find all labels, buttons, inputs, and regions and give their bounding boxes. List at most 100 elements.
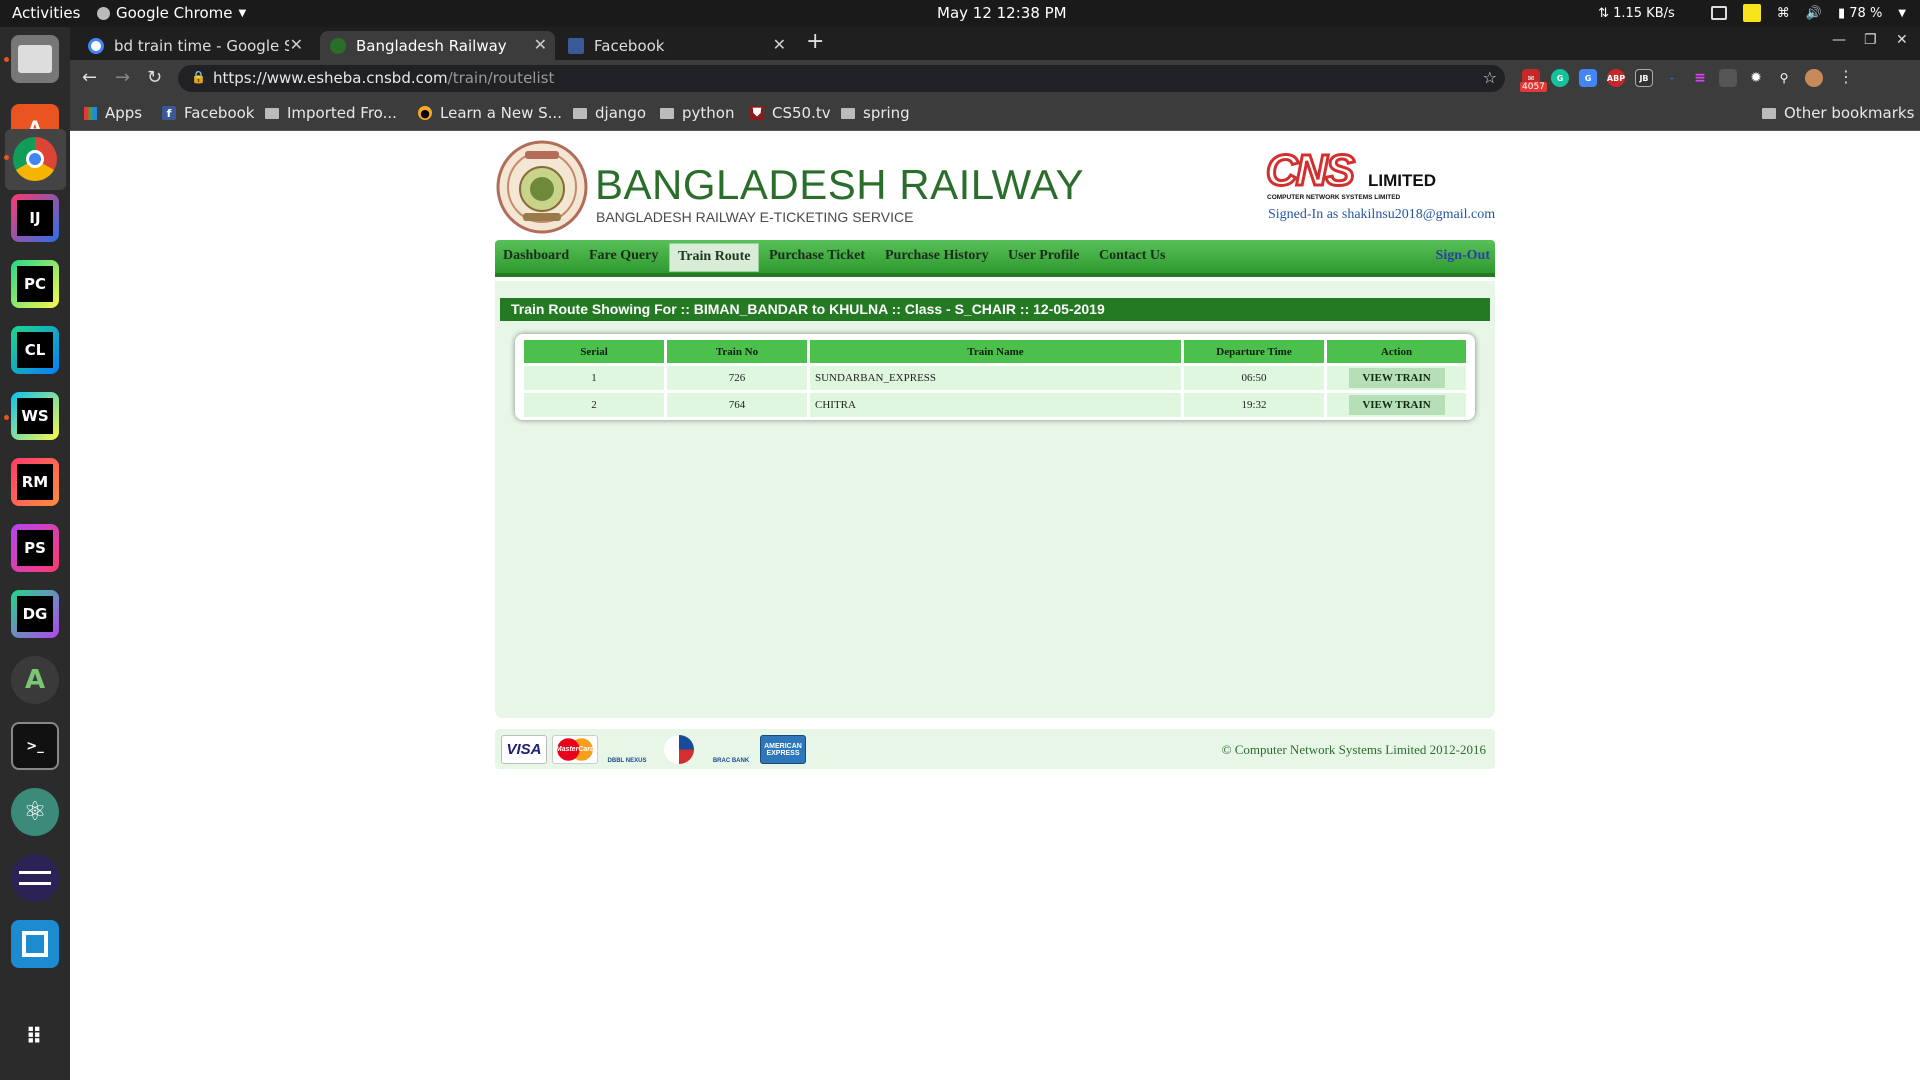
bookmark-label: spring: [863, 104, 910, 122]
reload-icon[interactable]: ↻: [147, 67, 162, 88]
android-studio-icon[interactable]: A: [11, 656, 59, 704]
files-icon[interactable]: [11, 35, 59, 83]
bookmark-imported[interactable]: Imported Fro...: [265, 104, 397, 122]
forward-arrow-icon[interactable]: →: [115, 67, 130, 88]
column-header-departure: Departure Time: [1184, 340, 1324, 363]
phpstorm-icon[interactable]: PS: [11, 524, 59, 572]
nav-purchase-history[interactable]: Purchase History: [885, 248, 989, 264]
new-tab-button[interactable]: +: [806, 29, 824, 54]
profile-avatar[interactable]: [1805, 69, 1823, 87]
running-indicator: [4, 57, 9, 62]
volume-icon[interactable]: 🔊: [1806, 6, 1822, 21]
eclipse-icon[interactable]: [11, 854, 59, 902]
bookmark-learn[interactable]: ● Learn a New S...: [418, 104, 562, 122]
menu-extension-icon[interactable]: ≡: [1691, 69, 1709, 87]
webstorm-icon[interactable]: WS: [11, 392, 59, 440]
launcher-dock: A IJ PC CL WS RM PS DG A >_ ⚛ ⠿: [0, 27, 70, 1080]
nav-fare-query[interactable]: Fare Query: [589, 248, 658, 264]
tab-title: Bangladesh Railway: [356, 36, 507, 55]
close-tab-icon[interactable]: ✕: [534, 35, 547, 54]
intellij-icon[interactable]: IJ: [11, 194, 59, 242]
close-tab-icon[interactable]: ✕: [773, 35, 786, 54]
tab-google-search[interactable]: bd train time - Google Sea ✕: [78, 31, 311, 60]
site-footer: VISA MasterCard DBBL NEXUS BRAC BANK AME…: [495, 729, 1495, 769]
close-tab-icon[interactable]: ✕: [290, 35, 303, 54]
tab-bangladesh-railway[interactable]: Bangladesh Railway ✕: [320, 31, 555, 60]
nav-train-route[interactable]: Train Route: [669, 243, 760, 272]
close-window-button[interactable]: ✕: [1896, 32, 1908, 48]
app-menu[interactable]: Google Chrome ▼: [97, 4, 246, 22]
bookmark-python[interactable]: python: [660, 104, 734, 122]
battery-indicator[interactable]: ▮ 78 %: [1838, 6, 1882, 21]
activities-button[interactable]: Activities: [12, 4, 80, 22]
chrome-menu-icon[interactable]: ⋮: [1838, 67, 1854, 86]
battery-value: 78 %: [1849, 5, 1883, 21]
adblock-plus-icon[interactable]: ABP: [1607, 69, 1625, 87]
view-train-button[interactable]: VIEW TRAIN: [1348, 368, 1445, 388]
cell-serial: 1: [524, 366, 664, 390]
network-icon[interactable]: ⌘: [1777, 6, 1790, 21]
bookmarks-bar: Apps f Facebook Imported Fro... ● Learn a …: [70, 96, 1920, 131]
route-table-card: Serial Train No Train Name Departure Tim…: [515, 334, 1475, 420]
bookmark-label: Learn a New S...: [440, 104, 562, 122]
minimize-button[interactable]: —: [1832, 32, 1846, 48]
bookmark-star-icon[interactable]: ☆: [1483, 68, 1497, 87]
bookmark-spring[interactable]: spring: [841, 104, 910, 122]
terminal-icon[interactable]: >_: [11, 722, 59, 770]
pycharm-icon[interactable]: PC: [11, 260, 59, 308]
location-extension-icon[interactable]: ⚲: [1775, 69, 1793, 87]
nav-contact-us[interactable]: Contact Us: [1099, 248, 1166, 264]
screen-icon[interactable]: [1710, 6, 1727, 20]
clock[interactable]: May 12 12:38 PM: [937, 4, 1067, 22]
nav-user-profile[interactable]: User Profile: [1008, 248, 1079, 264]
restore-button[interactable]: ❐: [1864, 32, 1877, 48]
bookmark-cs50[interactable]: ⛊ CS50.tv: [750, 104, 831, 122]
lock-icon[interactable]: 🔒: [191, 70, 206, 84]
extension-icon[interactable]: ⌁: [1663, 69, 1681, 87]
network-speed-value: 1.15 KB/s: [1613, 5, 1675, 21]
show-applications-icon[interactable]: ⠿: [11, 1013, 59, 1061]
facebook-icon: f: [162, 106, 176, 120]
main-nav: Dashboard Fare Query Train Route Purchas…: [495, 240, 1495, 277]
jetbrains-extension-icon[interactable]: JB: [1635, 69, 1653, 87]
grammarly-icon[interactable]: G: [1551, 69, 1569, 87]
system-tray[interactable]: ⇅ 1.15 KB/s ⌘ 🔊 ▮ 78 % ▼: [1598, 4, 1906, 22]
column-header-action: Action: [1327, 340, 1466, 363]
bank-logo: [664, 735, 694, 764]
address-bar[interactable]: 🔒 https://www.esheba.cnsbd.com/train/rou…: [178, 65, 1505, 92]
atom-icon[interactable]: ⚛: [11, 788, 59, 836]
clion-icon[interactable]: CL: [11, 326, 59, 374]
notes-icon[interactable]: [1742, 4, 1761, 22]
tab-facebook[interactable]: Facebook ✕: [558, 31, 794, 60]
cell-train-no: 764: [667, 393, 807, 417]
cs50-icon: ⛊: [750, 106, 764, 120]
settings-extension-icon[interactable]: ✹: [1747, 69, 1765, 87]
table-row: 1 726 SUNDARBAN_EXPRESS 06:50 VIEW TRAIN: [524, 366, 1466, 390]
nav-purchase-ticket[interactable]: Purchase Ticket: [769, 248, 865, 264]
bookmark-label: Facebook: [184, 104, 255, 122]
remmina-icon[interactable]: [11, 920, 59, 968]
extension-icon[interactable]: [1719, 69, 1737, 87]
bookmark-label: Apps: [105, 104, 143, 122]
datagrip-icon[interactable]: DG: [11, 590, 59, 638]
bookmark-django[interactable]: django: [573, 104, 646, 122]
url-text[interactable]: https://www.esheba.cnsbd.com/train/route…: [213, 69, 554, 87]
railway-icon: [330, 37, 346, 54]
cell-action: VIEW TRAIN: [1327, 393, 1466, 417]
view-train-button[interactable]: VIEW TRAIN: [1348, 395, 1445, 415]
rubymine-icon[interactable]: RM: [11, 458, 59, 506]
google-translate-icon[interactable]: G: [1579, 69, 1597, 87]
bookmark-facebook[interactable]: f Facebook: [162, 104, 254, 122]
back-arrow-icon[interactable]: ←: [82, 67, 97, 88]
nav-dashboard[interactable]: Dashboard: [503, 248, 569, 264]
bookmark-apps[interactable]: Apps: [84, 104, 142, 122]
table-row: 2 764 CHITRA 19:32 VIEW TRAIN: [524, 393, 1466, 417]
route-heading: Train Route Showing For :: BIMAN_BANDAR …: [500, 298, 1490, 321]
sign-out-link[interactable]: Sign-Out: [1436, 248, 1490, 264]
chrome-dock-icon[interactable]: [11, 135, 59, 183]
folder-icon: [841, 107, 855, 119]
cell-action: VIEW TRAIN: [1327, 366, 1466, 390]
other-bookmarks[interactable]: Other bookmarks: [1762, 104, 1914, 122]
unread-count-badge: 4057: [1520, 82, 1547, 92]
power-menu-icon[interactable]: ▼: [1898, 8, 1906, 19]
